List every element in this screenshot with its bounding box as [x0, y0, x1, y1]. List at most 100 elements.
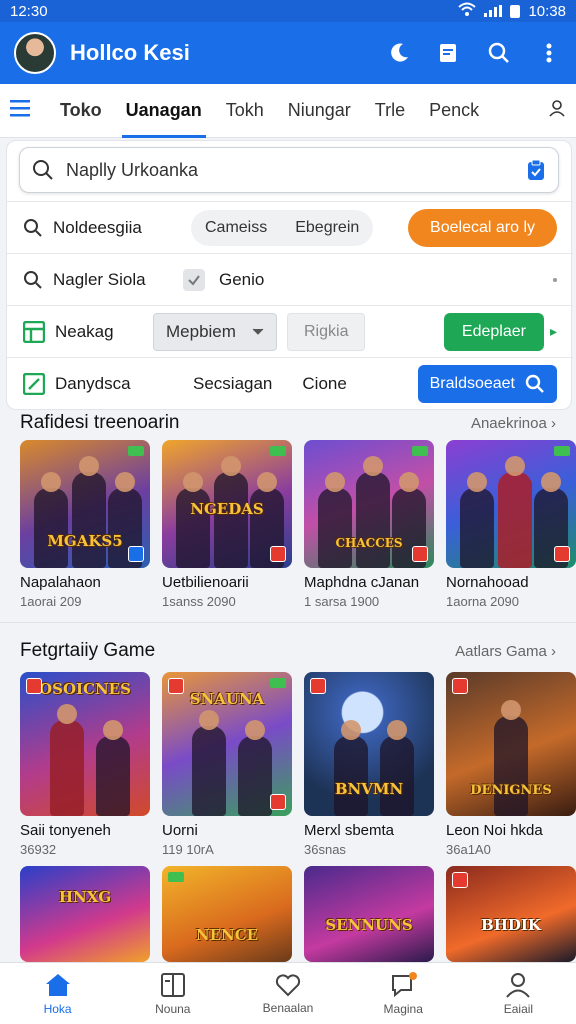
game-logo-text: DENIGNES	[470, 783, 552, 798]
filter-row-3: Neakag Mepbiem Rigkia Edeplaer ▸	[7, 305, 573, 357]
game-card[interactable]: MGAKS5 Napalahaon 1aorai 209	[20, 440, 150, 609]
game-thumbnail: DENIGNES	[446, 672, 576, 816]
status-bar: 12:30 10:38	[0, 0, 576, 22]
game-card[interactable]: BHDIK	[446, 866, 576, 962]
game-title: Uetbilienoarii	[162, 574, 249, 591]
checkbox-icon[interactable]	[183, 268, 205, 291]
avatar[interactable]	[14, 32, 56, 74]
filter-label: Neakag	[55, 321, 114, 341]
user-icon[interactable]	[548, 99, 566, 122]
pill-cameiss[interactable]: Cameiss	[191, 210, 281, 246]
edit-icon[interactable]	[436, 40, 462, 66]
clipboard-icon[interactable]	[526, 159, 546, 181]
see-all-label: Aatlars Gama	[455, 642, 547, 660]
search-bar[interactable]	[19, 147, 559, 193]
status-time: 12:30	[10, 2, 48, 20]
game-subtitle: 1 sarsa 1900	[304, 594, 380, 609]
nav-label: Eaiail	[503, 1001, 534, 1016]
tab-bar: Toko Uanagan Tokh Niungar Trle Penck	[0, 84, 576, 138]
game-card[interactable]: Nornahooad 1aorna 2090	[446, 440, 576, 609]
game-thumbnail: HNXG	[20, 866, 150, 962]
tab-trle[interactable]: Trle	[363, 84, 417, 138]
game-subtitle: 1aorai 209	[20, 594, 82, 609]
search-input[interactable]	[66, 159, 526, 181]
game-subtitle: 1sanss 2090	[162, 594, 236, 609]
link-secsiagan[interactable]: Secsiagan	[193, 374, 272, 394]
select-value: Mepbiem	[166, 321, 236, 341]
game-subtitle: 36a1A0	[446, 842, 491, 857]
nav-label: Hoka	[43, 1001, 72, 1016]
game-card[interactable]: SENNUNS	[304, 866, 434, 962]
see-all-label: Anaekrinoa	[470, 414, 547, 432]
card-row: HNXG NENCE SENNUNS BHDIK	[20, 866, 576, 962]
game-card[interactable]: CHACCES Maphdna cJanan 1 sarsa 1900	[304, 440, 434, 609]
filter-label: Danydsca	[55, 373, 131, 393]
game-card[interactable]: SNAUNA Uorni 119 10rA	[162, 672, 292, 857]
game-subtitle: 36932	[20, 842, 57, 857]
section-header: Rafidesi treenoarin Anaekrinoa ›	[20, 412, 556, 434]
nav-benaalan[interactable]: Benaalan	[230, 963, 345, 1024]
game-thumbnail: BHDIK	[446, 866, 576, 962]
game-title: Napalahaon	[20, 574, 101, 591]
home-icon	[45, 973, 70, 996]
tab-toko[interactable]: Toko	[48, 84, 114, 138]
game-card[interactable]: DENIGNES Leon Noi hkda 36a1A0	[446, 672, 576, 857]
link-cione[interactable]: Cione	[302, 374, 346, 394]
menu-icon[interactable]	[10, 99, 40, 122]
tab-penck[interactable]: Penck	[417, 84, 491, 138]
wifi-icon	[458, 2, 477, 20]
green-action-button[interactable]: Edeplaer	[443, 312, 544, 351]
moon-icon[interactable]	[386, 40, 412, 66]
game-logo-text: NENCE	[195, 926, 259, 944]
filter-row-2: Nagler Siola Genio	[7, 253, 573, 305]
game-logo-text: MGAKS5	[47, 532, 123, 550]
see-all-link[interactable]: Aatlars Gama ›	[455, 643, 556, 660]
nav-profile[interactable]: Eaiail	[461, 963, 576, 1024]
game-title: Leon Noi hkda	[446, 822, 543, 839]
book-icon	[160, 972, 185, 997]
nav-home[interactable]: Hoka	[0, 963, 115, 1024]
game-title: Merxl sbemta	[304, 822, 395, 839]
chevron-right-icon[interactable]: ▸	[550, 323, 557, 340]
game-subtitle: 36snas	[304, 842, 346, 857]
game-thumbnail: SENNUNS	[304, 866, 434, 962]
nav-magina[interactable]: Magina	[346, 963, 461, 1024]
status-icons: 10:38	[458, 2, 566, 20]
tab-tokh[interactable]: Tokh	[214, 84, 276, 138]
orange-action-button[interactable]: Boelecal aro ly	[408, 208, 557, 247]
game-title: Maphdna cJanan	[304, 574, 420, 591]
game-logo-text: BHDIK	[481, 916, 541, 934]
nav-nouna[interactable]: Nouna	[115, 963, 230, 1024]
battery-icon	[510, 4, 521, 18]
game-card[interactable]: OSOICNES Saii tonyeneh 36932	[20, 672, 150, 857]
see-all-link[interactable]: Anaekrinoa ›	[471, 415, 556, 432]
game-card[interactable]: NGEDAS Uetbilienoarii 1sanss 2090	[162, 440, 292, 609]
chat-icon	[392, 971, 418, 997]
game-thumbnail	[446, 440, 576, 568]
nav-label: Magina	[383, 1001, 423, 1016]
pill-ebegrein[interactable]: Ebegrein	[281, 210, 373, 246]
tab-niungar[interactable]: Niungar	[276, 84, 363, 138]
game-logo-text: HNXG	[58, 888, 112, 906]
search-icon[interactable]	[486, 40, 512, 66]
button-label: Braldsoeaet	[429, 374, 515, 392]
status-clock: 10:38	[528, 2, 566, 20]
game-subtitle: 119 10rA	[162, 842, 214, 857]
person-icon	[506, 972, 531, 998]
filter-row-4: Danydsca Secsiagan Cione Braldsoeaet	[7, 357, 573, 409]
sort-select[interactable]: Mepbiem	[153, 312, 277, 351]
ghost-field[interactable]: Rigkia	[287, 312, 366, 351]
game-thumbnail: MGAKS5	[20, 440, 150, 568]
game-card[interactable]: HNXG	[20, 866, 150, 962]
nav-label: Benaalan	[262, 1000, 314, 1015]
filter-panel: Noldeesgiia Cameiss Ebegrein Boelecal ar…	[6, 140, 573, 410]
search-icon	[525, 374, 544, 393]
game-card[interactable]: BNVMN Merxl sbemta 36snas	[304, 672, 434, 857]
blue-search-button[interactable]: Braldsoeaet	[417, 364, 557, 403]
game-card[interactable]: NENCE	[162, 866, 292, 962]
search-icon	[24, 270, 42, 289]
game-title: Saii tonyeneh	[20, 822, 111, 839]
game-logo-text: SNAUNA	[189, 690, 265, 708]
more-vertical-icon[interactable]	[536, 40, 562, 66]
tab-uanagan[interactable]: Uanagan	[114, 84, 214, 138]
